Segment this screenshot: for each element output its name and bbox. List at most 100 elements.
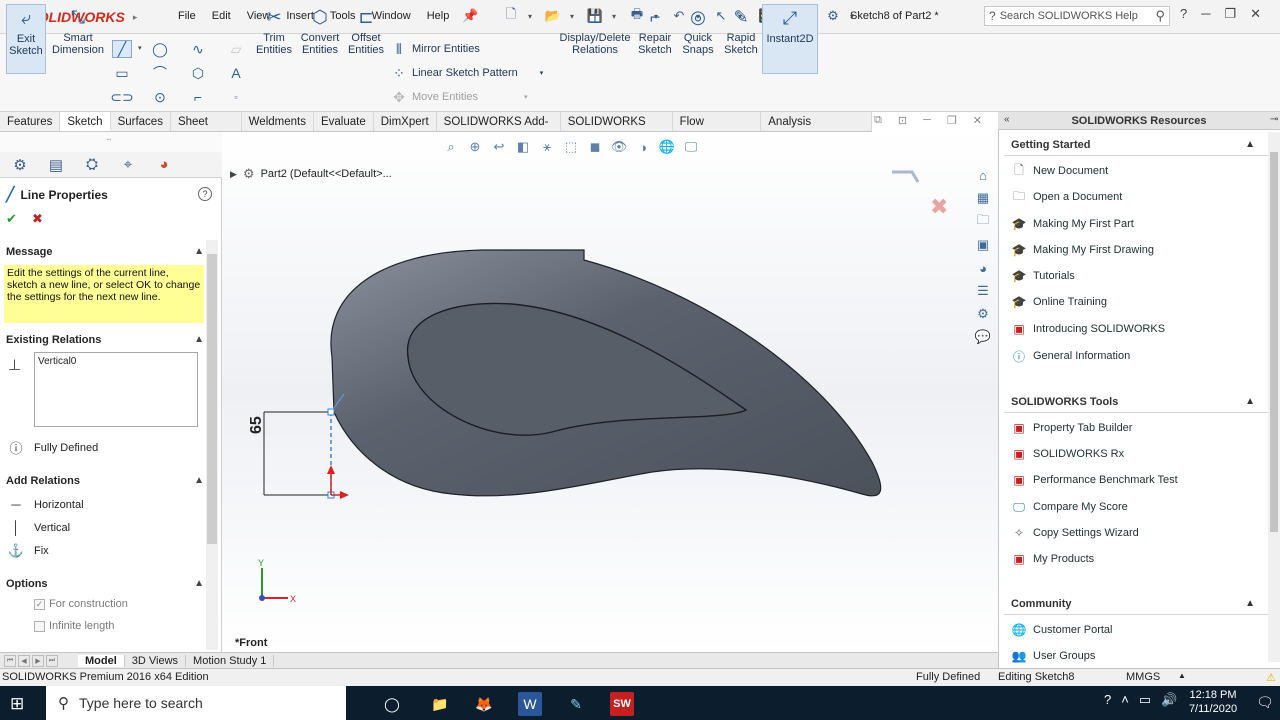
polygon-tool-icon[interactable]: ⬡ [188, 64, 208, 82]
tab-model[interactable]: Model [78, 654, 125, 667]
spline-tool-icon[interactable]: ∿ [188, 40, 208, 58]
view-palette-icon[interactable]: ▣ [973, 236, 993, 255]
link-user-groups[interactable]: 👥 User Groups [1011, 648, 1096, 664]
menu-help[interactable]: Help [419, 10, 458, 22]
tab-sheet-metal[interactable]: Sheet Metal [171, 112, 242, 148]
minimize-icon[interactable]: ─ [923, 114, 931, 127]
slot-tool-icon[interactable]: ⊂⊃ [110, 88, 133, 106]
configuration-manager-icon[interactable]: ⛭ [80, 155, 104, 175]
menu-file[interactable]: File [170, 10, 204, 22]
cancel-x-icon[interactable]: ✖ [32, 211, 43, 227]
dimxpert-manager-icon[interactable]: ⌖ [116, 155, 140, 175]
help-search-input[interactable]: ? Search SOLIDWORKS Help ⚲ [984, 6, 1170, 26]
tab-features[interactable]: Features [0, 112, 61, 131]
link-compare-my-score[interactable]: 🖵 Compare My Score [1011, 499, 1128, 515]
instant2d-button[interactable]: ⤢ Instant2D [762, 4, 818, 74]
last-tab-icon[interactable]: ⏭ [46, 654, 58, 667]
scrollbar-thumb[interactable] [207, 254, 217, 544]
message-section-header[interactable]: Message ▲ [6, 246, 204, 258]
chevron-down-icon[interactable]: ▾ [138, 44, 142, 52]
splitter-handle-icon[interactable]: ⠒ [106, 136, 112, 145]
link-open-document[interactable]: 🗀 Open a Document [1011, 189, 1122, 205]
help-tray-icon[interactable]: ? [1104, 692, 1111, 708]
feature-manager-icon[interactable]: ⚙ [8, 155, 32, 175]
add-relations-header[interactable]: Add Relations ▲ [6, 475, 204, 487]
solidworks-forum-icon[interactable]: ⚙ [973, 304, 993, 323]
link-online-training[interactable]: 🎓 Online Training [1011, 294, 1107, 310]
text-tool-icon[interactable]: A [226, 64, 246, 82]
restore-icon[interactable]: ⧉ [874, 114, 882, 127]
community-icon[interactable]: 💬 [973, 327, 993, 346]
link-property-tab-builder[interactable]: ▣ Property Tab Builder [1011, 420, 1132, 436]
slot-tool-icon[interactable]: ⌒ [150, 64, 170, 82]
relation-item[interactable]: Vertical0 [38, 356, 194, 367]
appearances-icon[interactable]: ◕ [973, 259, 993, 278]
rapid-sketch-button[interactable]: ✎ Rapid Sketch [722, 4, 760, 74]
next-tab-icon[interactable]: ▶ [32, 654, 44, 667]
menu-edit[interactable]: Edit [204, 10, 239, 22]
maximize-icon[interactable]: ❐ [947, 114, 957, 127]
collapse-icon[interactable]: ▲ [194, 334, 204, 346]
taskbar-search[interactable]: ⚲ Type here to search [46, 686, 346, 720]
restore-icon[interactable]: ❐ [1224, 6, 1236, 22]
network-icon[interactable]: ▭ [1139, 692, 1151, 708]
tab-analysis-preparation[interactable]: Analysis Preparation [761, 112, 872, 148]
options-header[interactable]: Options ▲ [6, 578, 204, 590]
tab-mbd[interactable]: SOLIDWORKS MBD [561, 112, 673, 148]
first-tab-icon[interactable]: ⏮ [4, 654, 16, 667]
tile-icon[interactable]: ⊡ [898, 114, 907, 127]
file-explorer-icon[interactable]: 🗀 [973, 212, 993, 232]
file-explorer-icon[interactable]: 📁 [428, 692, 452, 716]
close-icon[interactable]: ✕ [973, 114, 982, 127]
pin-pane-icon[interactable]: ⊸ [1270, 114, 1278, 125]
search-icon[interactable]: ⚲ [1155, 8, 1165, 24]
notifications-icon[interactable]: 🗨 [1256, 694, 1274, 711]
point-tool-icon[interactable]: ▫ [226, 88, 246, 106]
tab-motion-study[interactable]: Motion Study 1 [186, 654, 275, 667]
exit-sketch-button[interactable]: ⤶ Exit Sketch [6, 4, 46, 74]
add-relation-vertical[interactable]: │ Vertical [6, 520, 70, 535]
link-copy-settings-wizard[interactable]: ✧ Copy Settings Wizard [1011, 525, 1139, 541]
volume-icon[interactable]: 🔊 [1161, 692, 1177, 708]
link-performance-benchmark[interactable]: ▣ Performance Benchmark Test [1011, 472, 1177, 488]
wacom-icon[interactable]: ✎ [564, 692, 588, 716]
chevron-down-icon[interactable]: ▾ [528, 12, 536, 21]
repair-sketch-button[interactable]: ⌐ Repair Sketch [636, 4, 674, 74]
pm-scrollbar[interactable] [206, 240, 218, 650]
windows-start-icon[interactable]: ⊞ [10, 694, 24, 714]
add-relation-horizontal[interactable]: ─ Horizontal [6, 497, 83, 512]
tab-sketch[interactable]: Sketch [60, 112, 111, 131]
offset-entities-button[interactable]: ⊏ Offset Entities [346, 4, 386, 74]
link-making-first-drawing[interactable]: 🎓 Making My First Drawing [1011, 242, 1155, 258]
collapse-icon[interactable]: ▲ [1245, 396, 1255, 408]
tab-dimxpert[interactable]: DimXpert [374, 112, 437, 131]
line-tool-icon[interactable]: ╱ [112, 40, 132, 58]
existing-relations-header[interactable]: Existing Relations ▲ [6, 334, 204, 346]
trim-entities-button[interactable]: ✂ Trim Entities [254, 4, 294, 74]
dimension-value[interactable]: 65 [248, 416, 266, 434]
rectangle-tool-icon[interactable]: ▭ [112, 64, 132, 82]
design-library-icon[interactable]: ▦ [973, 189, 993, 208]
link-my-products[interactable]: ▣ My Products [1011, 551, 1094, 567]
for-construction-checkbox[interactable]: ✓ For construction [34, 598, 128, 610]
getting-started-header[interactable]: Getting Started ▲ [1011, 139, 1255, 151]
tab-flow-simulation[interactable]: Flow Simulation [673, 112, 762, 148]
tab-evaluate[interactable]: Evaluate [314, 112, 374, 131]
expand-pane-icon[interactable]: « [1004, 114, 1010, 125]
move-entities-button[interactable]: ✥ Move Entities ▾ [390, 88, 527, 106]
property-manager-icon[interactable]: ▤ [44, 155, 68, 175]
options-gear-icon[interactable]: ⚙ [822, 6, 844, 26]
link-customer-portal[interactable]: 🌐 Customer Portal [1011, 622, 1113, 638]
prev-tab-icon[interactable]: ◀ [18, 654, 30, 667]
community-header[interactable]: Community ▲ [1011, 598, 1255, 610]
panel-splitter[interactable]: ⠒ [0, 132, 222, 152]
link-introducing-solidworks[interactable]: ▣ Introducing SOLIDWORKS [1011, 321, 1165, 337]
link-new-document[interactable]: 🗋 New Document [1011, 163, 1108, 179]
link-tutorials[interactable]: 🎓 Tutorials [1011, 268, 1075, 284]
tab-weldments[interactable]: Weldments [242, 112, 314, 131]
minimize-icon[interactable]: ─ [1201, 6, 1210, 22]
mirror-entities-button[interactable]: ⫴ Mirror Entities [390, 40, 480, 58]
checkbox-empty-icon[interactable] [34, 620, 45, 632]
tab-surfaces[interactable]: Surfaces [111, 112, 171, 131]
firefox-icon[interactable]: 🦊 [472, 692, 496, 716]
